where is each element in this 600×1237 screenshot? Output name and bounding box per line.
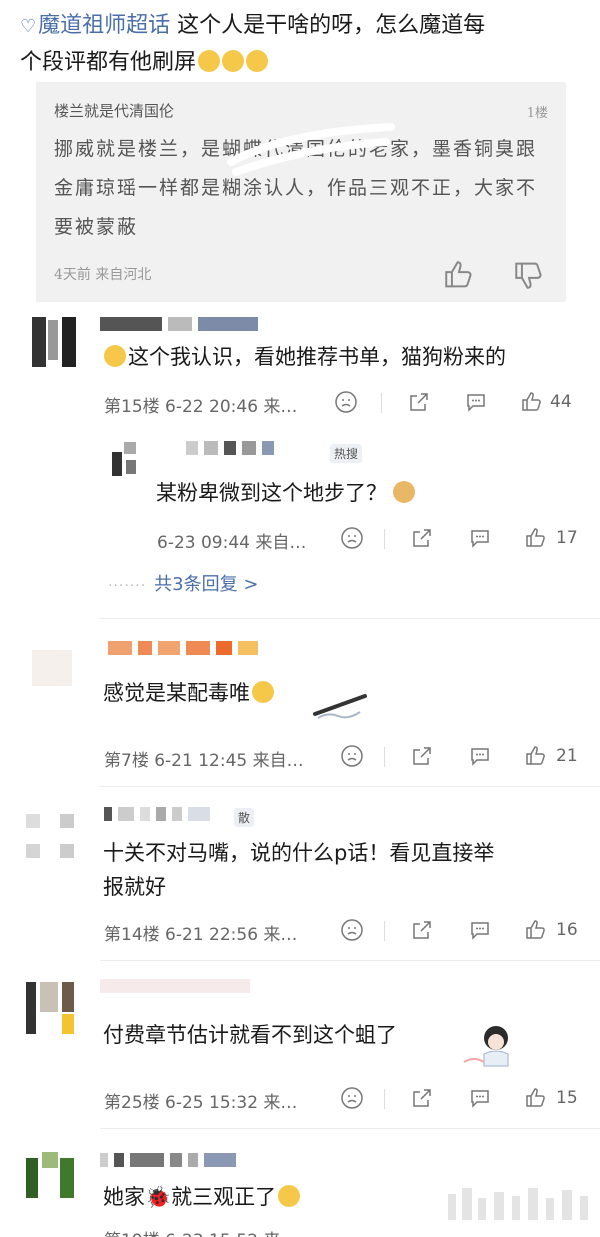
- quote-author: 楼兰就是代清国伦: [54, 102, 175, 120]
- share-button[interactable]: [410, 918, 434, 942]
- dots-decor: ·······: [108, 578, 147, 594]
- comment-button[interactable]: [468, 918, 492, 942]
- like-button[interactable]: 21: [524, 744, 578, 768]
- chibi-sticker-image: [463, 1026, 509, 1067]
- like-count: 16: [556, 920, 578, 940]
- username[interactable]: [100, 316, 264, 332]
- dislike-button[interactable]: [340, 918, 364, 942]
- separator: [384, 747, 385, 767]
- dislike-button[interactable]: [334, 390, 358, 414]
- comment-text: 这个我认识，看她推荐书单，猫狗粉来的: [102, 340, 506, 374]
- like-count: 15: [556, 1088, 578, 1108]
- share-button[interactable]: [407, 390, 431, 414]
- comment-button[interactable]: [468, 526, 492, 550]
- comment-text: 感觉是某配毒唯: [103, 676, 274, 710]
- like-count: 21: [556, 746, 578, 766]
- avatar[interactable]: [22, 1148, 78, 1204]
- like-button[interactable]: 16: [524, 918, 578, 942]
- username[interactable]: [104, 806, 216, 822]
- comment-meta: 第15楼 6-22 20:46 来…: [104, 397, 298, 417]
- like-count: 17: [556, 528, 578, 548]
- smirk-emoji-icon: [278, 1185, 301, 1207]
- separator: [384, 529, 385, 549]
- reply-meta: 6-23 09:44 来自…: [157, 533, 307, 553]
- scribble-mark: [227, 123, 395, 176]
- comment-meta: 第19楼 6-23 15:52 来…: [104, 1226, 297, 1237]
- comment-meta: 第14楼 6-21 22:56 来…: [104, 925, 298, 945]
- like-button[interactable]: 17: [524, 526, 578, 550]
- post-header: ♡魔道祖师超话 这个人是干啥的呀，怎么魔道每 个段评都有他刷屏: [20, 8, 585, 81]
- comment-button[interactable]: [468, 744, 492, 768]
- username[interactable]: [100, 978, 256, 994]
- like-button[interactable]: 15: [524, 1086, 578, 1110]
- dislike-button[interactable]: [340, 744, 364, 768]
- avatar[interactable]: [22, 640, 78, 696]
- avatar[interactable]: [108, 440, 144, 480]
- comment-text: 她家🐞就三观正了: [103, 1180, 301, 1214]
- quote-meta: 4天前 来自河北: [54, 267, 152, 283]
- decoration-image: [313, 694, 367, 719]
- quoted-comment-screenshot: 楼兰就是代清国伦 1楼 挪威就是楼兰，是蝴蝶代清国伦的老家，墨香铜臭跟金庸琼瑶一…: [36, 82, 566, 302]
- post-text-line2: 个段评都有他刷屏: [20, 50, 197, 75]
- sleepy-emoji-icon: [222, 50, 245, 72]
- share-button[interactable]: [410, 744, 434, 768]
- avatar[interactable]: [22, 312, 78, 368]
- comment-text: 付费章节估计就看不到这个蛆了: [103, 1023, 397, 1047]
- comment-button[interactable]: [468, 1086, 492, 1110]
- decoration-image: [448, 1188, 588, 1220]
- comment-text-line1: 十关不对马嘴，说的什么p话！看见直接举: [103, 841, 495, 865]
- comment-text-line2: 报就好: [103, 875, 166, 899]
- diamond-icon: ♡: [20, 16, 37, 37]
- separator: [381, 393, 382, 413]
- divider: [100, 618, 600, 619]
- thumbs-down-icon: [515, 262, 542, 289]
- share-button[interactable]: [410, 1086, 434, 1110]
- divider: [100, 786, 600, 787]
- username[interactable]: [100, 1152, 242, 1168]
- doge-emoji-icon: [393, 481, 415, 503]
- more-replies-link[interactable]: ······· 共3条回复 >: [108, 570, 258, 596]
- dislike-button[interactable]: [340, 526, 364, 550]
- user-badge: 散: [234, 808, 255, 827]
- topic-link[interactable]: 魔道祖师超话: [38, 13, 170, 38]
- divider: [100, 1128, 600, 1129]
- reply-text: 某粉卑微到这个地步了？: [156, 476, 415, 510]
- crying-emoji-icon: [252, 681, 274, 703]
- sleepy-emoji-icon: [198, 50, 221, 72]
- username[interactable]: [186, 440, 280, 456]
- comment-meta: 第25楼 6-25 15:32 来…: [104, 1093, 298, 1113]
- like-button[interactable]: 44: [520, 390, 572, 414]
- like-count: 44: [550, 392, 572, 412]
- hot-search-badge: 热搜: [330, 444, 363, 463]
- smirk-emoji-icon: [104, 345, 126, 367]
- comment-button[interactable]: [464, 390, 488, 414]
- separator: [384, 1089, 385, 1109]
- share-button[interactable]: [410, 526, 434, 550]
- avatar[interactable]: [22, 808, 78, 864]
- avatar[interactable]: [22, 978, 78, 1034]
- username[interactable]: [108, 640, 264, 656]
- thumbs-up-icon: [445, 261, 472, 288]
- divider: [100, 960, 600, 961]
- quote-floor: 1楼: [526, 106, 548, 121]
- sweat-emoji-icon: [246, 50, 269, 72]
- dislike-button[interactable]: [340, 1086, 364, 1110]
- comment-meta: 第7楼 6-21 12:45 来自…: [104, 751, 304, 771]
- separator: [384, 921, 385, 941]
- post-text-line1: 这个人是干啥的呀，怎么魔道每: [170, 13, 486, 38]
